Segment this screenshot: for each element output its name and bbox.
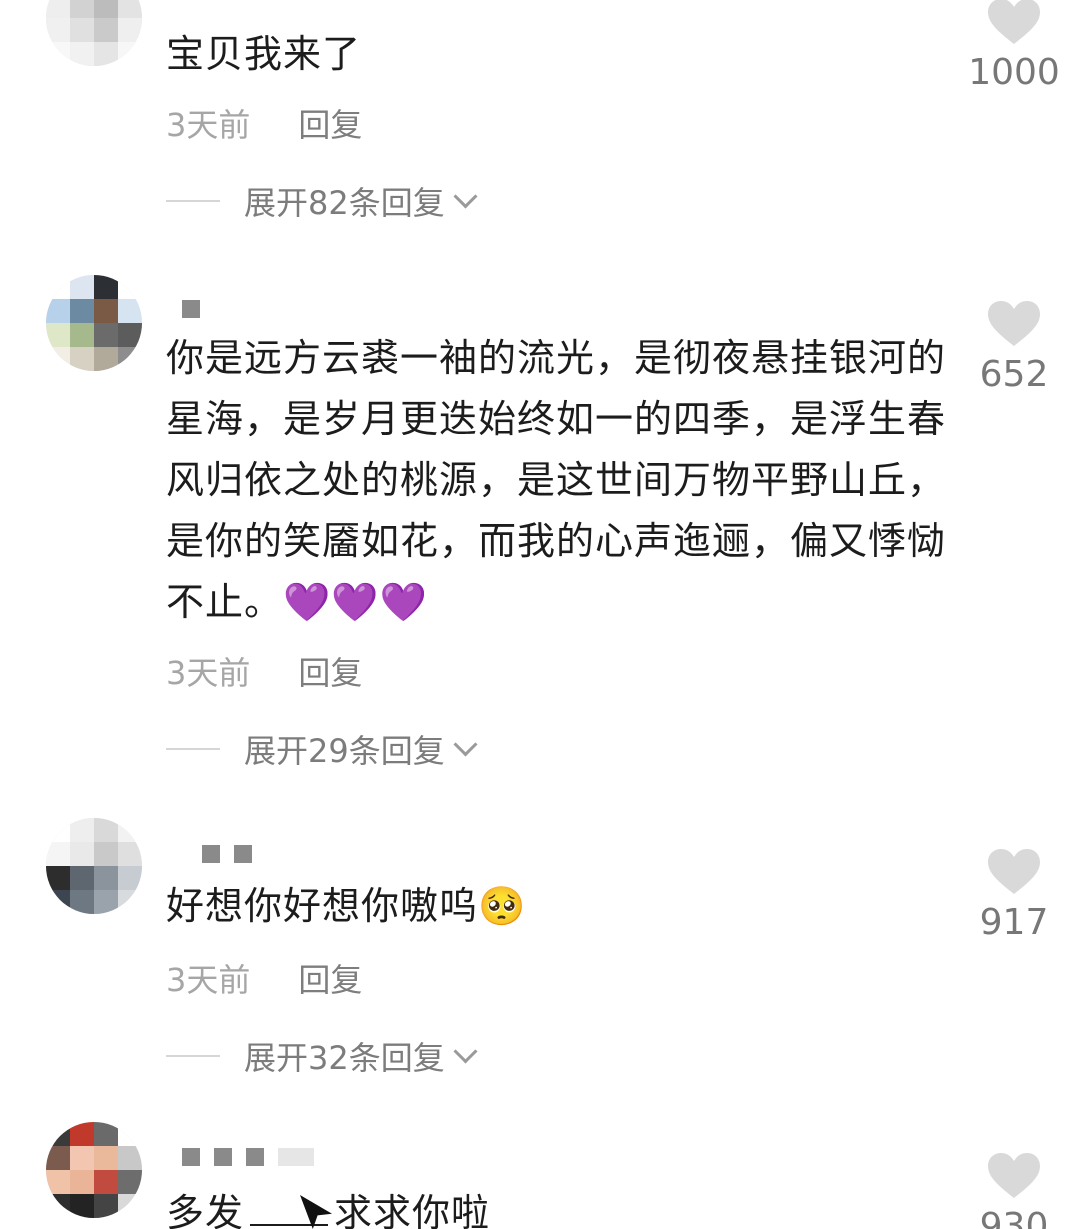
divider xyxy=(166,748,220,750)
like-button[interactable]: 652 xyxy=(960,300,1068,395)
divider xyxy=(166,200,220,202)
avatar[interactable] xyxy=(46,1122,142,1218)
expand-replies-label: 展开82条回复 xyxy=(244,184,445,222)
chevron-down-icon xyxy=(453,1038,478,1064)
like-button[interactable]: 1000 xyxy=(960,0,1068,93)
heart-icon xyxy=(988,849,1040,894)
like-count: 652 xyxy=(979,354,1049,395)
comment-time: 3天前 xyxy=(166,106,251,144)
masked-text xyxy=(250,1220,329,1226)
comment-meta: 3天前 回复 xyxy=(166,955,362,1001)
avatar[interactable] xyxy=(46,0,142,66)
mask-block xyxy=(202,845,220,863)
username-masked xyxy=(182,300,200,318)
chevron-down-icon xyxy=(453,731,478,757)
expand-replies-label: 展开32条回复 xyxy=(244,1039,445,1077)
comment-meta: 3天前 回复 xyxy=(166,648,362,694)
comment-text: 宝贝我来了 xyxy=(166,32,362,76)
purple-heart-emoji: 💜💜💜 xyxy=(283,580,428,624)
expand-replies-button[interactable]: 展开32条回复 xyxy=(166,1033,478,1079)
mask-block xyxy=(182,1148,200,1166)
mask-block xyxy=(278,1148,314,1166)
comment-time: 3天前 xyxy=(166,961,251,999)
mask-block xyxy=(234,845,252,863)
comment-text: 好想你好想你嗷呜🥺 xyxy=(166,876,956,937)
reply-button[interactable]: 回复 xyxy=(298,100,362,146)
like-count: 1000 xyxy=(968,52,1060,93)
comment-body: 求求你啦 xyxy=(334,1191,491,1229)
expand-replies-label: 展开29条回复 xyxy=(244,732,445,770)
reply-button[interactable]: 回复 xyxy=(298,955,362,1001)
mask-block xyxy=(214,1148,232,1166)
comment-list: 宝贝我来了 3天前 回复 展开82条回复 1000 你是远方云裘一袖的流光，是彻… xyxy=(0,0,1079,1229)
pleading-face-emoji: 🥺 xyxy=(478,884,527,928)
mask-block xyxy=(246,1148,264,1166)
divider xyxy=(166,1055,220,1057)
comment-meta: 3天前 回复 xyxy=(166,100,362,146)
chevron-down-icon xyxy=(453,183,478,209)
mask-block xyxy=(182,300,200,318)
like-button[interactable]: 930 xyxy=(960,1152,1068,1229)
avatar[interactable] xyxy=(46,818,142,914)
username-masked xyxy=(202,845,252,863)
like-button[interactable]: 917 xyxy=(960,848,1068,943)
heart-icon xyxy=(988,1153,1040,1198)
comment-body: 多发 xyxy=(166,1191,245,1229)
expand-replies-button[interactable]: 展开29条回复 xyxy=(166,726,478,772)
comment-time: 3天前 xyxy=(166,654,251,692)
username-masked xyxy=(182,1148,314,1166)
avatar[interactable] xyxy=(46,275,142,371)
comment-text: 你是远方云裘一袖的流光，是彻夜悬挂银河的星海，是岁月更迭始终如一的四季，是浮生春… xyxy=(166,328,956,633)
comment-body: 好想你好想你嗷呜 xyxy=(166,884,479,928)
like-count: 917 xyxy=(979,902,1049,943)
like-count: 930 xyxy=(979,1206,1049,1229)
heart-icon xyxy=(988,0,1040,44)
comment-text: 多发 求求你啦 xyxy=(166,1183,956,1229)
reply-button[interactable]: 回复 xyxy=(298,648,362,694)
expand-replies-button[interactable]: 展开82条回复 xyxy=(166,178,478,224)
heart-icon xyxy=(988,301,1040,346)
